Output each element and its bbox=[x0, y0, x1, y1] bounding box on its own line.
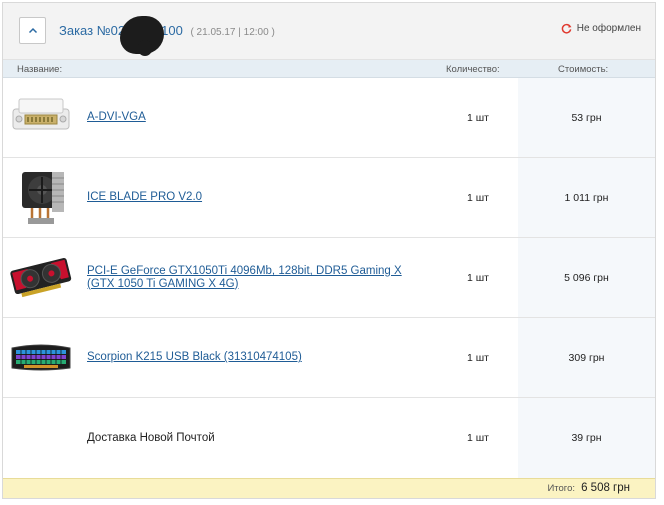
total-value: 6 508 грн bbox=[581, 482, 630, 494]
product-image-keyboard[interactable] bbox=[10, 328, 72, 386]
item-price: 309 грн bbox=[568, 351, 605, 364]
table-row: A-DVI-VGA 1 шт 53 грн bbox=[3, 78, 655, 158]
order-date: ( 21.05.17 | 12:00 ) bbox=[190, 27, 275, 38]
table-row: ICE BLADE PRO V2.0 1 шт 1 011 грн bbox=[3, 158, 655, 238]
item-quantity: 1 шт bbox=[467, 432, 489, 444]
item-quantity: 1 шт bbox=[467, 111, 489, 124]
item-price: 39 грн bbox=[571, 432, 602, 444]
delivery-label: Доставка Новой Почтой bbox=[87, 431, 215, 444]
product-image-graphics-card[interactable] bbox=[10, 248, 72, 306]
item-price: 53 грн bbox=[571, 111, 602, 124]
item-price: 5 096 грн bbox=[564, 271, 609, 284]
order-total-bar: Итого: 6 508 грн bbox=[3, 478, 655, 498]
item-quantity: 1 шт bbox=[467, 191, 489, 204]
column-name-header: Название: bbox=[17, 64, 63, 75]
collapse-button[interactable] bbox=[19, 17, 46, 44]
order-status: Не оформлен bbox=[561, 23, 641, 34]
status-refresh-icon bbox=[561, 23, 572, 34]
redaction-scribble bbox=[120, 16, 164, 56]
product-image-dvi-vga-adapter[interactable] bbox=[10, 88, 72, 146]
product-image-cpu-cooler[interactable] bbox=[10, 168, 72, 226]
order-header: Заказ №02 100 ( 21.05.17 | 12:00 ) Не офо… bbox=[3, 3, 655, 60]
order-status-label: Не оформлен bbox=[576, 23, 641, 34]
product-link[interactable]: ICE BLADE PRO V2.0 bbox=[87, 191, 202, 204]
order-number-prefix: Заказ №02 bbox=[59, 23, 126, 38]
product-link[interactable]: PCI-E GeForce GTX1050Ti 4096Mb, 128bit, … bbox=[87, 265, 427, 290]
table-row: Доставка Новой Почтой 1 шт 39 грн bbox=[3, 398, 655, 478]
item-price: 1 011 грн bbox=[564, 191, 609, 204]
column-header-row: Название: Количество: Стоимость: bbox=[3, 60, 655, 78]
table-row: Scorpion K215 USB Black (31310474105) 1 … bbox=[3, 318, 655, 398]
order-number-suffix: 100 bbox=[161, 23, 183, 38]
table-row: PCI-E GeForce GTX1050Ti 4096Mb, 128bit, … bbox=[3, 238, 655, 318]
column-price-header: Стоимость: bbox=[558, 64, 609, 75]
order-items: A-DVI-VGA 1 шт 53 грн ICE BLADE PRO V2.0 bbox=[3, 78, 655, 478]
order-card: Заказ №02 100 ( 21.05.17 | 12:00 ) Не офо… bbox=[2, 2, 656, 499]
chevron-up-icon bbox=[28, 27, 37, 34]
column-quantity-header: Количество: bbox=[446, 64, 500, 75]
item-quantity: 1 шт bbox=[467, 271, 489, 284]
product-link[interactable]: A-DVI-VGA bbox=[87, 111, 146, 124]
item-quantity: 1 шт bbox=[467, 351, 489, 364]
order-title: Заказ №02 100 ( 21.05.17 | 12:00 ) bbox=[59, 23, 275, 38]
total-label: Итого: bbox=[547, 483, 575, 494]
product-link[interactable]: Scorpion K215 USB Black (31310474105) bbox=[87, 351, 302, 364]
